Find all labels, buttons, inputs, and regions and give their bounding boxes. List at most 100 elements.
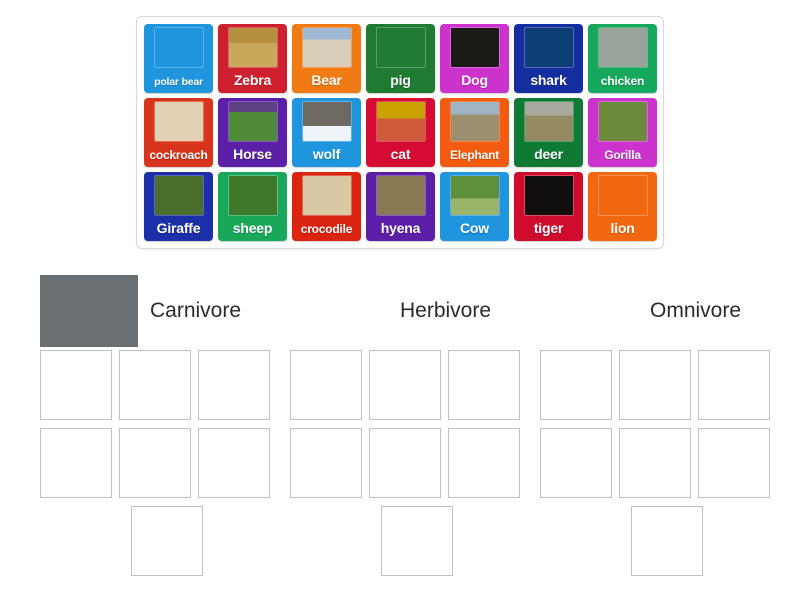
category-dropzone[interactable] (40, 350, 290, 584)
category-title: Herbivore (400, 299, 492, 322)
drop-slot[interactable] (540, 428, 612, 498)
animal-tile[interactable]: wolf (292, 98, 361, 167)
animal-tile[interactable]: crocodile (292, 172, 361, 241)
animal-tile[interactable]: Horse (218, 98, 287, 167)
lion-photo (599, 176, 647, 215)
animal-tile[interactable]: tiger (514, 172, 583, 241)
animal-tile-label: Zebra (233, 72, 272, 88)
drop-slot[interactable] (619, 428, 691, 498)
drop-slot[interactable] (381, 506, 453, 576)
cat-photo (376, 102, 425, 141)
dropzone-slot-row (540, 350, 790, 420)
animal-tile-label: Cow (460, 220, 489, 236)
drop-slot[interactable] (131, 506, 203, 576)
category-title: Omnivore (650, 299, 742, 322)
drop-slot[interactable] (448, 428, 520, 498)
dropzone-row (40, 350, 770, 584)
crocodile-photo (302, 176, 351, 215)
drop-slot[interactable] (619, 350, 691, 420)
tile-row: Giraffe sheep crocodile hyena Cow tiger lion (144, 172, 657, 241)
zebra-photo (228, 28, 277, 67)
animal-tile-label: pig (390, 72, 411, 88)
animal-tile-label: lion (610, 220, 635, 236)
drop-slot[interactable] (290, 350, 362, 420)
drop-slot[interactable] (698, 350, 770, 420)
animal-tile[interactable]: shark (514, 24, 583, 93)
dropzone-slot-row (540, 428, 790, 498)
category-column: Carnivore (40, 272, 290, 350)
drop-slot[interactable] (40, 428, 112, 498)
animal-tile[interactable]: cat (366, 98, 435, 167)
chicken-photo (598, 28, 647, 67)
drop-slot[interactable] (540, 350, 612, 420)
deer-photo (524, 102, 573, 141)
dropzone-slot-row (290, 350, 540, 420)
drop-slot[interactable] (631, 506, 703, 576)
dropzone-slot-row (40, 506, 290, 576)
tile-row: polar bear Zebra Bear pig Dog shark chicken (144, 24, 657, 93)
drop-slot[interactable] (119, 428, 191, 498)
drop-slot[interactable] (198, 350, 270, 420)
animal-tile[interactable]: pig (366, 24, 435, 93)
animal-tile[interactable]: Bear (292, 24, 361, 93)
drop-slot[interactable] (369, 428, 441, 498)
bear-photo (302, 28, 351, 67)
drop-slot[interactable] (119, 350, 191, 420)
shark-photo (524, 28, 573, 67)
dropzone-slot-row (40, 428, 290, 498)
drop-slot[interactable] (698, 428, 770, 498)
animal-tile-label: Elephant (449, 148, 500, 162)
animal-tile-label: wolf (312, 146, 341, 162)
animal-tile-label: crocodile (300, 222, 353, 236)
animal-tile[interactable]: cockroach (144, 98, 213, 167)
elephant-photo (450, 102, 499, 141)
category-title: Carnivore (150, 299, 242, 322)
animal-tile[interactable]: Elephant (440, 98, 509, 167)
drop-slot[interactable] (448, 350, 520, 420)
animal-tile[interactable]: chicken (588, 24, 657, 93)
animal-tile[interactable]: Gorilla (588, 98, 657, 167)
category-dropzone[interactable] (540, 350, 790, 584)
pig-photo (377, 28, 425, 67)
animal-tile[interactable]: Cow (440, 172, 509, 241)
category-header: Omnivore (540, 272, 790, 350)
tile-row: cockroach Horse wolf cat Elephant deer Gorilla (144, 98, 657, 167)
animal-tile-label: shark (530, 72, 567, 88)
animal-tile[interactable]: lion (588, 172, 657, 241)
animal-tile[interactable]: sheep (218, 172, 287, 241)
category-column: Omnivore (540, 272, 790, 350)
category-dropzone[interactable] (290, 350, 540, 584)
animal-tile-label: cat (390, 146, 411, 162)
animal-tile-label: deer (534, 146, 563, 162)
animal-tile[interactable]: hyena (366, 172, 435, 241)
dropzone-slot-row (290, 428, 540, 498)
animal-tile[interactable]: Zebra (218, 24, 287, 93)
drop-slot[interactable] (198, 428, 270, 498)
drop-slot[interactable] (369, 350, 441, 420)
mixed-vegetables-photo (540, 275, 638, 347)
animal-tile[interactable]: deer (514, 98, 583, 167)
drop-slot[interactable] (290, 428, 362, 498)
animal-tile-label: tiger (533, 220, 564, 236)
gorilla-photo (598, 102, 647, 141)
horse-photo (228, 102, 277, 141)
animal-tile-label: hyena (380, 220, 421, 236)
giraffe-photo (154, 176, 203, 215)
animal-tile[interactable]: polar bear (144, 24, 213, 93)
drop-slot[interactable] (40, 350, 112, 420)
category-header: Herbivore (290, 272, 540, 350)
animal-tile-label: Dog (461, 72, 488, 88)
animal-tile-label: Horse (233, 146, 272, 162)
raw-meat-photo (40, 275, 138, 347)
animal-tile[interactable]: Dog (440, 24, 509, 93)
animal-tile-label: polar bear (154, 75, 203, 88)
polar-bear-photo (155, 28, 203, 67)
animal-tile[interactable]: Giraffe (144, 172, 213, 241)
vegetables-basket-photo (290, 275, 388, 347)
animal-tile-label: sheep (232, 220, 273, 236)
animal-tile-label: chicken (600, 74, 645, 88)
dropzone-slot-row (290, 506, 540, 576)
category-column: Herbivore (290, 272, 540, 350)
animal-tile-label: cockroach (149, 148, 208, 162)
dropzone-slot-row (40, 350, 290, 420)
